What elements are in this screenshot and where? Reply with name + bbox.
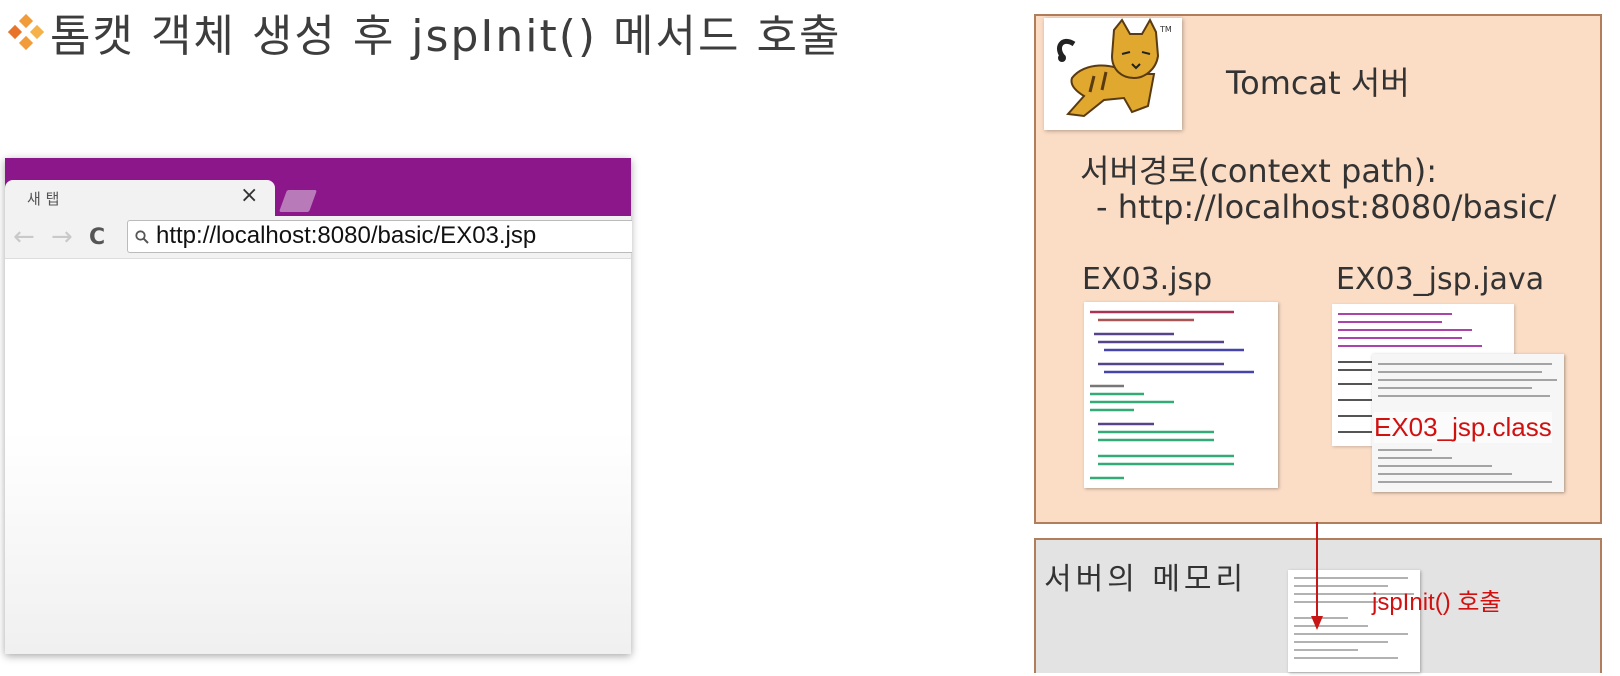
jsp-file-label: EX03.jsp bbox=[1082, 262, 1213, 297]
new-tab-button[interactable] bbox=[278, 190, 318, 212]
java-file-label: EX03_jsp.java bbox=[1336, 262, 1545, 297]
search-icon bbox=[135, 230, 149, 244]
memory-label: 서버의 메모리 bbox=[1044, 562, 1248, 597]
context-path-url: - http://localhost:8080/basic/ bbox=[1096, 188, 1557, 226]
arrow-down-icon bbox=[1311, 522, 1323, 630]
url-text: http://localhost:8080/basic/EX03.jsp bbox=[156, 222, 537, 249]
reload-icon[interactable]: C bbox=[89, 225, 105, 250]
browser-window: 새 탭 × ← → C http://localhost:8080/basic/… bbox=[5, 158, 632, 654]
address-bar[interactable]: http://localhost:8080/basic/EX03.jsp bbox=[127, 220, 632, 253]
browser-tab-bar: 새 탭 × ← → C http://localhost:8080/basic/… bbox=[5, 158, 632, 259]
tomcat-logo: TM bbox=[1044, 17, 1182, 130]
tomcat-server-panel: TM Tomcat 서버 서버경로(context path): - http:… bbox=[1034, 14, 1602, 524]
page-title: 톰캣 객체 생성 후 jspInit() 메서드 호출 bbox=[8, 2, 841, 62]
jsp-code-thumbnail bbox=[1084, 302, 1278, 488]
diamond-icon bbox=[8, 14, 44, 50]
back-arrow-icon[interactable]: ← bbox=[13, 222, 35, 252]
tomcat-logo-icon: TM bbox=[1057, 17, 1172, 118]
jsp-code-lines bbox=[1090, 310, 1254, 480]
class-file-label: EX03_jsp.class bbox=[1374, 412, 1552, 443]
browser-tab[interactable]: 새 탭 × bbox=[5, 180, 275, 216]
tab-label: 새 탭 bbox=[27, 190, 60, 208]
context-path-label: 서버경로(context path): bbox=[1080, 152, 1438, 190]
server-title: Tomcat 서버 bbox=[1226, 64, 1410, 102]
browser-toolbar: ← → C http://localhost:8080/basic/EX03.j… bbox=[5, 216, 632, 259]
page-title-text: 톰캣 객체 생성 후 jspInit() 메서드 호출 bbox=[50, 11, 842, 62]
forward-arrow-icon[interactable]: → bbox=[51, 222, 73, 252]
svg-text:TM: TM bbox=[1159, 25, 1172, 34]
close-icon[interactable]: × bbox=[240, 183, 258, 208]
jspinit-call-label: jspInit() 호출 bbox=[1372, 589, 1502, 616]
